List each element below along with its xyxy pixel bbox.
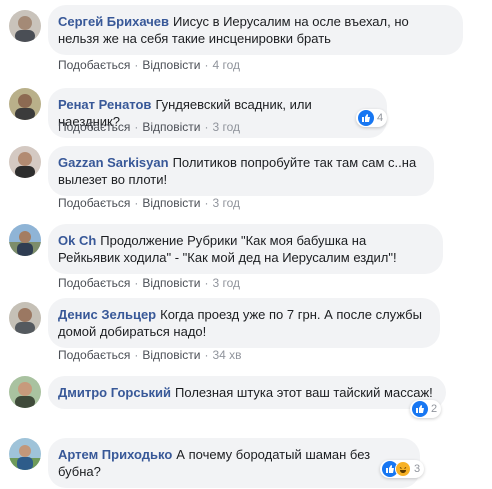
separator: · xyxy=(134,120,139,134)
avatar[interactable] xyxy=(9,438,41,470)
avatar[interactable] xyxy=(9,376,41,408)
comment-bubble: Артем Приходько А почему бородатый шаман … xyxy=(48,438,420,488)
reply-link[interactable]: Відповісти xyxy=(142,276,200,290)
comment-author[interactable]: Сергей Брихачев xyxy=(58,14,169,29)
comment-author[interactable]: Gazzan Sarkisyan xyxy=(58,155,169,170)
avatar[interactable] xyxy=(9,146,41,178)
like-link[interactable]: Подобається xyxy=(58,348,130,362)
reply-link[interactable]: Відповісти xyxy=(142,120,200,134)
separator: · xyxy=(134,348,139,362)
comment-text: Полезная штука этот ваш тайский массаж! xyxy=(175,385,433,400)
separator: · xyxy=(204,276,209,290)
avatar[interactable] xyxy=(9,10,41,42)
separator: · xyxy=(134,196,139,210)
comment-bubble: Ok Ch Продолжение Рубрики "Как моя бабушк… xyxy=(48,224,443,274)
comment-author[interactable]: Денис Зельцер xyxy=(58,307,156,322)
haha-reaction-icon xyxy=(395,461,411,477)
avatar[interactable] xyxy=(9,88,41,120)
reaction-count: 3 xyxy=(414,463,421,475)
timestamp[interactable]: 34 хв xyxy=(212,348,241,362)
comment-actions: Подобається · Відповісти · 34 хв xyxy=(58,348,242,362)
separator: · xyxy=(134,58,139,72)
comment-bubble: Денис Зельцер Когда проезд уже по 7 грн. … xyxy=(48,298,440,348)
reply-link[interactable]: Відповісти xyxy=(142,58,200,72)
separator: · xyxy=(204,196,209,210)
comment-actions: Подобається · Відповісти · 4 год xyxy=(58,58,240,72)
comment-actions: Подобається · Відповісти · 3 год xyxy=(58,276,240,290)
timestamp[interactable]: 3 год xyxy=(212,276,240,290)
timestamp[interactable]: 3 год xyxy=(212,120,240,134)
separator: · xyxy=(204,120,209,134)
comment-author[interactable]: Артем Приходько xyxy=(58,447,172,462)
comment-text: Продолжение Рубрики "Как моя бабушка на … xyxy=(58,233,397,265)
like-reaction-icon xyxy=(412,401,428,417)
like-reaction-icon xyxy=(358,110,374,126)
reactions-badge[interactable]: 4 xyxy=(356,109,388,127)
avatar[interactable] xyxy=(9,302,41,334)
reactions-badge[interactable]: 2 xyxy=(410,400,442,418)
reply-link[interactable]: Відповісти xyxy=(142,196,200,210)
reaction-count: 2 xyxy=(431,403,438,415)
comment-actions: Подобається · Відповісти · 3 год xyxy=(58,196,240,210)
reaction-count: 4 xyxy=(377,112,384,124)
like-link[interactable]: Подобається xyxy=(58,196,130,210)
like-link[interactable]: Подобається xyxy=(58,276,130,290)
comment-bubble: Gazzan Sarkisyan Политиков попробуйте так… xyxy=(48,146,434,196)
timestamp[interactable]: 4 год xyxy=(212,58,240,72)
timestamp[interactable]: 3 год xyxy=(212,196,240,210)
comment-author[interactable]: Дмитро Горський xyxy=(58,385,171,400)
separator: · xyxy=(204,348,209,362)
comment-actions: Подобається · Відповісти · 3 год xyxy=(58,120,240,134)
like-link[interactable]: Подобається xyxy=(58,58,130,72)
separator: · xyxy=(134,276,139,290)
avatar[interactable] xyxy=(9,224,41,256)
comment-bubble: Сергей Брихачев Иисус в Иерусалим на осле… xyxy=(48,5,463,55)
comment-bubble: Дмитро Горський Полезная штука этот ваш т… xyxy=(48,376,446,409)
comment-author[interactable]: Ok Ch xyxy=(58,233,96,248)
reactions-badge[interactable]: 3 xyxy=(380,460,425,478)
reply-link[interactable]: Відповісти xyxy=(142,348,200,362)
like-link[interactable]: Подобається xyxy=(58,120,130,134)
comment-author[interactable]: Ренат Ренатов xyxy=(58,97,151,112)
separator: · xyxy=(204,58,209,72)
